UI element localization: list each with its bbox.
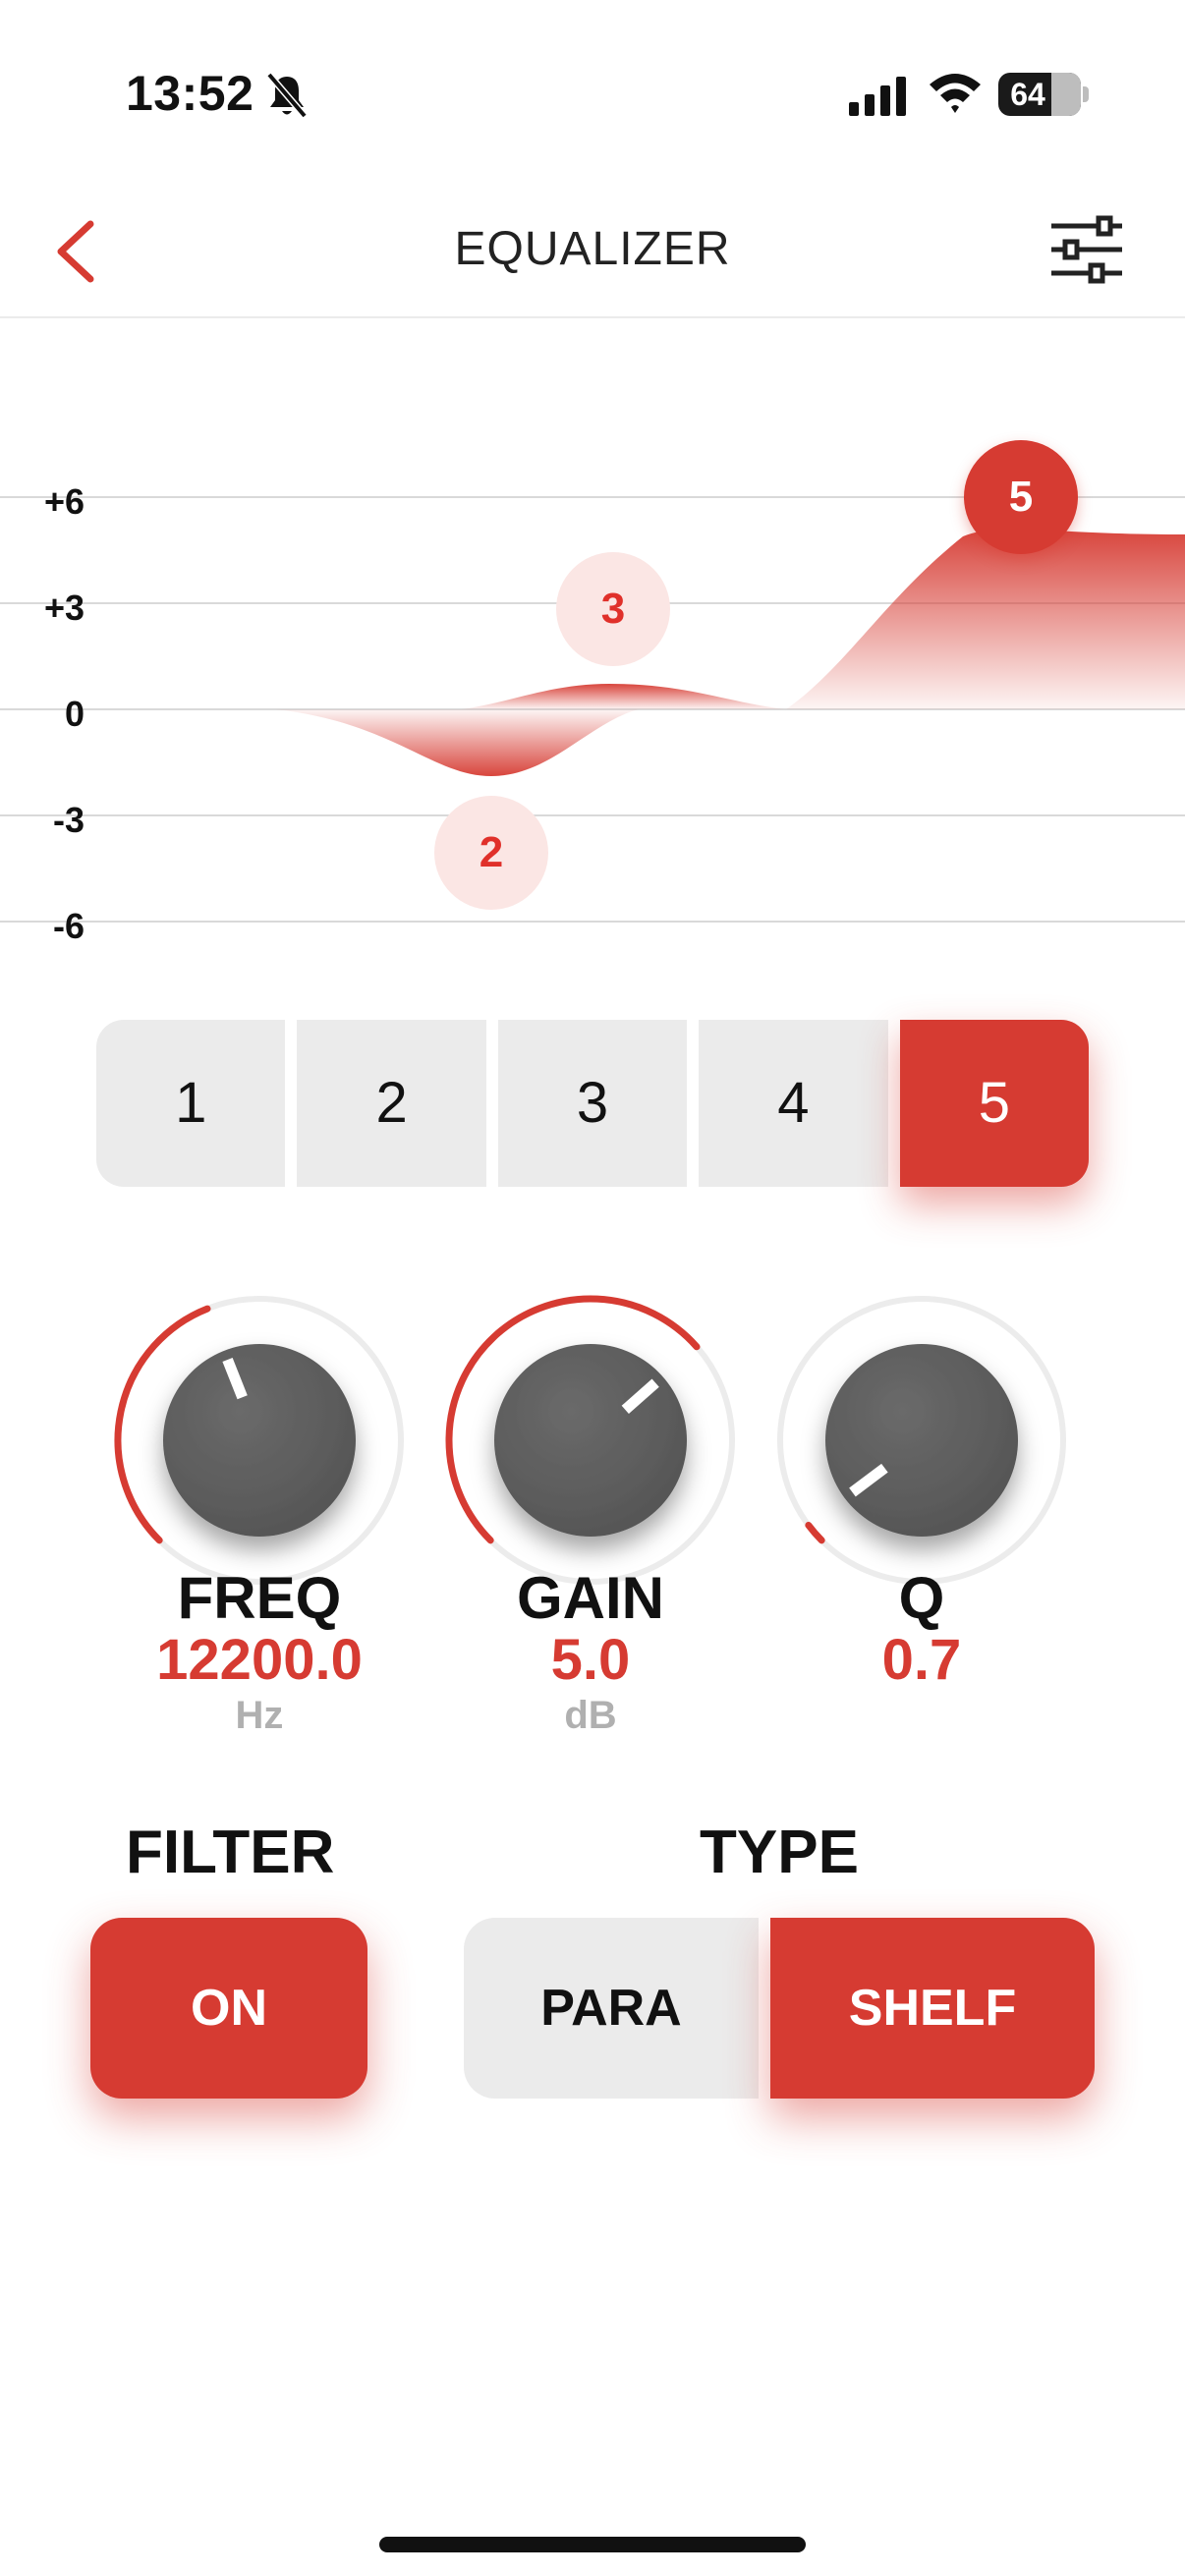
band-button-3[interactable]: 3 bbox=[497, 1020, 688, 1187]
cellular-signal-icon bbox=[849, 77, 906, 116]
filter-label: FILTER bbox=[126, 1819, 335, 1886]
battery-icon: 64 bbox=[998, 73, 1081, 116]
y-label-minus3: -3 bbox=[52, 800, 85, 840]
gain-label: GAIN bbox=[517, 1565, 664, 1631]
q-knob-body bbox=[825, 1344, 1018, 1537]
band-3-marker[interactable]: 3 bbox=[556, 552, 670, 666]
home-indicator bbox=[379, 2537, 806, 2552]
q-label: Q bbox=[898, 1565, 945, 1631]
y-label-zero: 0 bbox=[64, 694, 85, 734]
freq-unit: Hz bbox=[235, 1694, 284, 1737]
band-5-marker[interactable]: 5 bbox=[964, 440, 1078, 554]
band-3-curve bbox=[462, 684, 786, 709]
q-knob[interactable] bbox=[774, 1293, 1069, 1588]
type-shelf-button[interactable]: SHELF bbox=[770, 1918, 1095, 2099]
eq-graph[interactable]: +6 +3 0 -3 -6 2 3 5 bbox=[0, 393, 1185, 982]
band-selector: 1 2 3 4 5 bbox=[96, 1020, 1090, 1187]
freq-label: FREQ bbox=[177, 1565, 342, 1631]
band-5-curve bbox=[786, 529, 1185, 709]
gain-knob-body bbox=[494, 1344, 687, 1537]
gain-knob[interactable] bbox=[443, 1293, 738, 1588]
band-2-marker[interactable]: 2 bbox=[434, 796, 548, 910]
bell-muted-icon bbox=[266, 72, 308, 119]
freq-value: 12200.0 bbox=[156, 1628, 363, 1692]
status-time: 13:52 bbox=[126, 66, 254, 121]
band-2-curve bbox=[275, 709, 639, 776]
y-label-minus6: -6 bbox=[52, 906, 85, 946]
q-value: 0.7 bbox=[881, 1628, 962, 1692]
band-button-1[interactable]: 1 bbox=[96, 1020, 286, 1187]
sliders-settings-icon[interactable] bbox=[1047, 214, 1126, 285]
freq-knob-body bbox=[163, 1344, 356, 1537]
filter-toggle-button[interactable]: ON bbox=[90, 1918, 367, 2099]
q-knob-arc bbox=[805, 1521, 825, 1544]
type-label: TYPE bbox=[700, 1819, 859, 1886]
header-divider bbox=[0, 316, 1185, 318]
wifi-icon bbox=[930, 74, 981, 113]
gain-value: 5.0 bbox=[550, 1628, 631, 1692]
gain-unit: dB bbox=[564, 1694, 617, 1737]
y-label-plus6: +6 bbox=[43, 481, 85, 522]
band-button-4[interactable]: 4 bbox=[699, 1020, 888, 1187]
band-button-5[interactable]: 5 bbox=[899, 1020, 1090, 1187]
battery-tip bbox=[1083, 86, 1089, 102]
type-para-button[interactable]: PARA bbox=[464, 1918, 759, 2099]
battery-level: 64 bbox=[1010, 77, 1045, 112]
freq-knob[interactable] bbox=[112, 1293, 407, 1588]
band-button-2[interactable]: 2 bbox=[297, 1020, 486, 1187]
page-title: EQUALIZER bbox=[454, 223, 731, 275]
y-label-plus3: +3 bbox=[43, 588, 85, 628]
